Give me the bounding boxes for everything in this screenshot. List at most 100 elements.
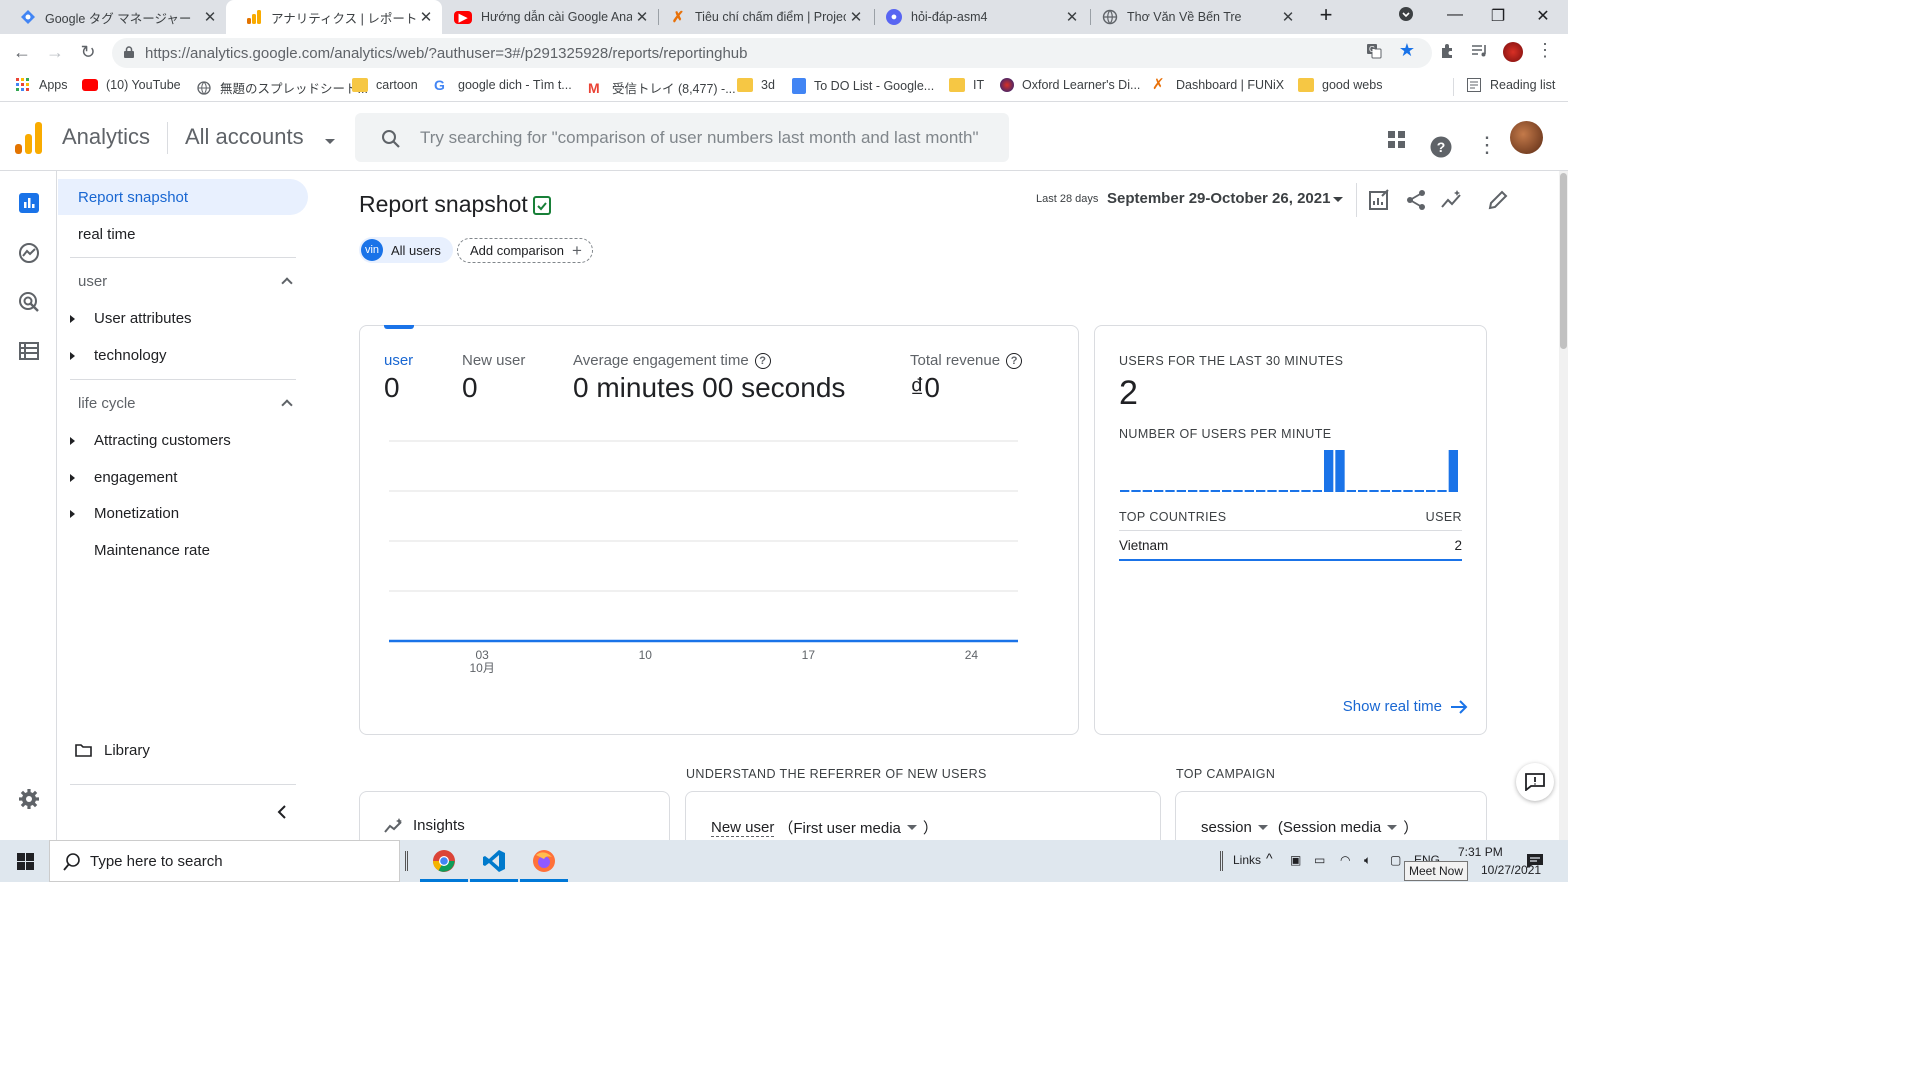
customize-report-icon[interactable]	[1368, 189, 1390, 211]
close-window-icon[interactable]: ✕	[1528, 6, 1558, 26]
taskbar-app-vscode[interactable]	[470, 840, 518, 882]
per-minute-bar[interactable]	[1369, 490, 1379, 492]
bookmark-spreadsheet[interactable]: 無題のスプレッドシート...	[196, 78, 368, 97]
nav-item-library[interactable]: Library	[104, 742, 150, 759]
edit-icon[interactable]	[1487, 189, 1509, 211]
nav-item-monetization[interactable]: Monetization	[94, 505, 179, 522]
close-icon[interactable]: ✕	[1278, 8, 1298, 26]
avatar[interactable]	[1510, 121, 1543, 154]
forward-icon[interactable]: →	[44, 42, 66, 63]
nav-item-technology[interactable]: technology	[94, 347, 167, 364]
bookmark-star-icon[interactable]: ★	[1397, 40, 1417, 61]
address-bar[interactable]: https://analytics.google.com/analytics/w…	[112, 38, 1432, 68]
expand-arrow-icon[interactable]	[70, 437, 75, 445]
metric-tab-new-user[interactable]: New user	[462, 352, 525, 369]
metric-tab-total-revenue[interactable]: Total revenue ?	[910, 352, 1023, 369]
translate-icon[interactable]: G	[1364, 43, 1384, 64]
nav-section-life-cycle[interactable]: life cycle	[78, 395, 136, 412]
per-minute-bar[interactable]	[1448, 450, 1458, 492]
chevron-down-icon[interactable]	[1387, 825, 1398, 830]
per-minute-bar[interactable]	[1358, 490, 1368, 492]
date-range-picker[interactable]: September 29-October 26, 2021	[1107, 190, 1330, 207]
per-minute-bar[interactable]	[1380, 490, 1390, 492]
per-minute-bar[interactable]	[1165, 490, 1175, 492]
bookmark-cartoon[interactable]: cartoon	[352, 78, 418, 92]
campaign-dimension-selector[interactable]: session (Session media ）	[1201, 817, 1418, 838]
comparison-chip-all-users[interactable]: vin All users	[359, 237, 453, 263]
metric-selector-session[interactable]: session	[1201, 819, 1252, 836]
per-minute-bar[interactable]	[1154, 490, 1164, 492]
advertising-icon[interactable]	[18, 291, 40, 313]
metric-tab-user[interactable]: user	[384, 352, 413, 369]
taskbar-app-firefox[interactable]	[520, 840, 568, 882]
help-icon[interactable]: ?	[1430, 136, 1452, 158]
per-minute-bar[interactable]	[1312, 490, 1322, 492]
browser-tab-active[interactable]: アナリティクス | レポートのスナップ ✕	[226, 0, 442, 34]
nav-item-attracting-customers[interactable]: Attracting customers	[94, 432, 231, 449]
bookmark-todo[interactable]: To DO List - Google...	[792, 78, 934, 94]
profile-avatar-icon[interactable]	[1503, 42, 1523, 62]
bookmark-google-dich[interactable]: G google dich - Tìm t...	[434, 78, 572, 92]
close-icon[interactable]: ✕	[416, 8, 436, 26]
per-minute-bar[interactable]	[1278, 490, 1288, 492]
account-selector[interactable]: All accounts	[185, 124, 304, 150]
close-icon[interactable]: ✕	[1062, 8, 1082, 26]
notification-center-icon[interactable]	[1526, 853, 1544, 869]
per-minute-bar[interactable]	[1199, 490, 1209, 492]
bookmark-good-webs[interactable]: good webs	[1298, 78, 1382, 92]
product-name[interactable]: Analytics	[62, 124, 150, 150]
bookmark-youtube[interactable]: (10) YouTube	[82, 78, 181, 92]
chevron-down-icon[interactable]	[1257, 825, 1268, 830]
close-icon[interactable]: ✕	[200, 8, 220, 26]
per-minute-bar[interactable]	[1414, 490, 1424, 492]
clock-time[interactable]: 7:31 PM	[1458, 845, 1503, 859]
nav-item-user-attributes[interactable]: User attributes	[94, 310, 192, 327]
expand-arrow-icon[interactable]	[70, 315, 75, 323]
back-icon[interactable]: ←	[11, 42, 33, 63]
chevron-down-icon[interactable]	[1333, 197, 1343, 202]
chevron-down-icon[interactable]	[906, 825, 917, 830]
chevron-up-icon[interactable]	[281, 277, 293, 289]
bookmark-it[interactable]: IT	[949, 78, 984, 92]
per-minute-bar[interactable]	[1142, 490, 1152, 492]
chevron-up-icon[interactable]	[281, 399, 293, 411]
scrollbar-thumb[interactable]	[1560, 173, 1567, 349]
bookmark-gmail[interactable]: M 受信トレイ (8,477) -...	[588, 78, 736, 97]
per-minute-bar[interactable]	[1437, 490, 1447, 492]
feedback-button[interactable]	[1516, 763, 1554, 801]
reload-icon[interactable]: ↻	[77, 42, 99, 63]
browser-tab[interactable]: Google タグ マネージャー ✕	[0, 0, 226, 34]
browser-tab[interactable]: Thơ Văn Về Bến Tre ✕	[1082, 0, 1304, 34]
bookmark-funix[interactable]: ✗ Dashboard | FUNiX	[1152, 77, 1284, 92]
minimize-icon[interactable]: —	[1440, 6, 1470, 24]
security-icon[interactable]: ▣	[1290, 853, 1301, 867]
show-hidden-icons-icon[interactable]: ^	[1266, 850, 1273, 866]
per-minute-bar[interactable]	[1346, 490, 1356, 492]
per-minute-bar[interactable]	[1120, 490, 1130, 492]
per-minute-bar[interactable]	[1244, 490, 1254, 492]
per-minute-bar[interactable]	[1403, 490, 1413, 492]
search-input[interactable]: Try searching for "comparison of user nu…	[355, 113, 1009, 162]
bookmark-oxford[interactable]: Oxford Learner's Di...	[1000, 78, 1140, 92]
dimension-selector-session-media[interactable]: (Session media	[1278, 819, 1381, 836]
new-tab-button[interactable]: +	[1311, 2, 1341, 28]
nav-item-real-time[interactable]: real time	[78, 226, 136, 243]
battery-icon[interactable]: ▭	[1314, 853, 1325, 867]
close-icon[interactable]: ✕	[632, 8, 652, 26]
per-minute-bar[interactable]	[1210, 490, 1220, 492]
expand-arrow-icon[interactable]	[70, 510, 75, 518]
reports-icon[interactable]	[18, 192, 40, 214]
add-comparison-button[interactable]: Add comparison +	[457, 238, 593, 263]
help-icon[interactable]: ?	[754, 352, 771, 369]
referrer-dimension-selector[interactable]: New user （First user media ）	[711, 817, 938, 838]
per-minute-bar[interactable]	[1188, 490, 1198, 492]
metric-selector-new-user[interactable]: New user	[711, 819, 775, 837]
bookmark-3d[interactable]: 3d	[737, 78, 775, 92]
show-real-time-link[interactable]: Show real time	[1343, 698, 1468, 715]
dimension-selector-first-user-media[interactable]: （First user media	[778, 817, 901, 838]
configure-icon[interactable]	[18, 340, 40, 362]
collapse-nav-icon[interactable]	[276, 804, 288, 820]
per-minute-bar[interactable]	[1233, 490, 1243, 492]
chrome-menu-icon[interactable]: ⋮	[1535, 40, 1555, 61]
task-view-icon[interactable]	[405, 851, 408, 871]
